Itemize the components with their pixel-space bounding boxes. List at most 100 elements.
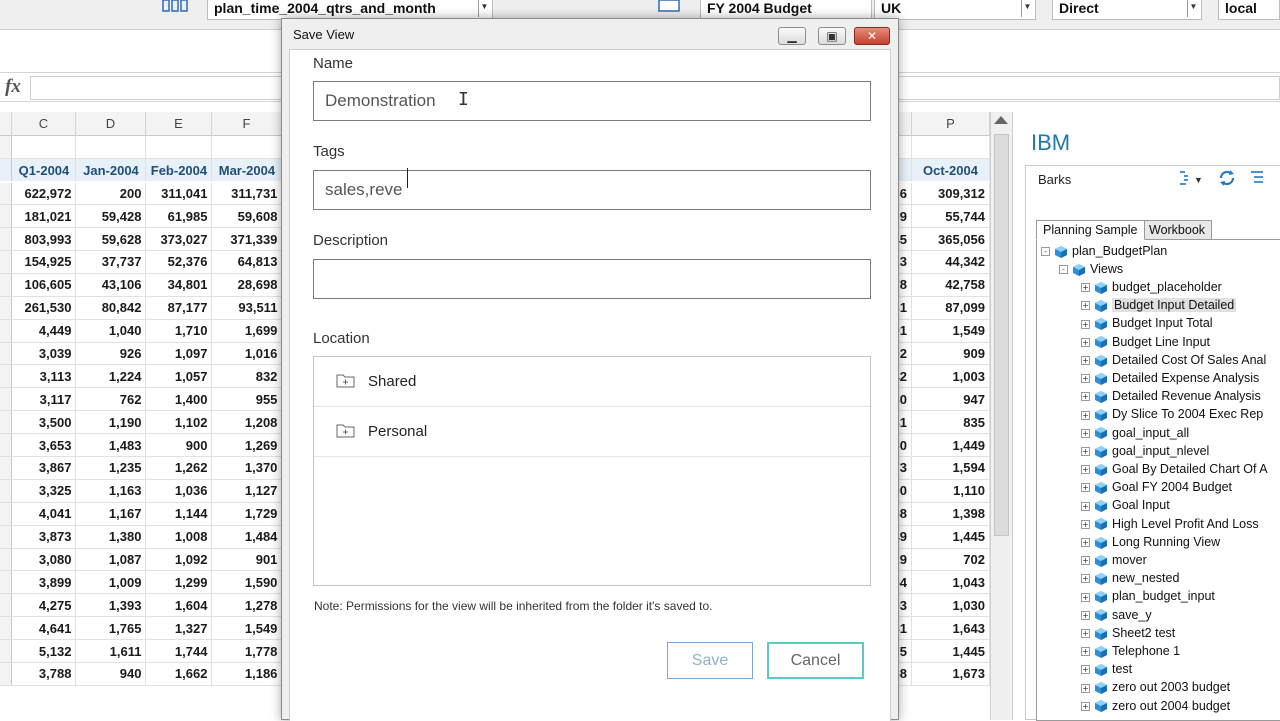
cell[interactable]: 1,167 (75, 502, 147, 526)
row-header[interactable] (0, 502, 13, 526)
cell[interactable]: 3,113 (11, 364, 77, 389)
cell[interactable]: 1,611 (75, 639, 147, 663)
dialog-titlebar[interactable]: Save View ▁ ▣ ✕ (282, 19, 898, 49)
cell[interactable]: 1,765 (75, 616, 147, 641)
cell[interactable]: 1,030 (911, 593, 990, 618)
minimize-button[interactable]: ▁ (778, 27, 806, 45)
tab-workbook[interactable]: Workbook (1142, 220, 1213, 240)
cell[interactable]: 43,106 (75, 273, 147, 297)
row-header[interactable] (0, 342, 13, 366)
cell[interactable]: 4,641 (11, 616, 77, 641)
cell[interactable]: 1,549 (911, 319, 990, 343)
cell[interactable]: 1,604 (145, 593, 213, 618)
sheet-vertical-scrollbar[interactable] (990, 112, 1012, 720)
cell[interactable]: 5,132 (11, 639, 77, 663)
expand-icon[interactable]: + (1081, 501, 1090, 511)
expand-icon[interactable]: + (1081, 538, 1090, 547)
tree-item-view[interactable]: + mover (1081, 551, 1147, 569)
row-header[interactable] (0, 227, 13, 251)
cell[interactable]: Jan-2004 (75, 158, 147, 183)
row-header[interactable] (0, 204, 13, 229)
cell[interactable]: Oct-2004 (911, 158, 990, 183)
tree-item-view[interactable]: + Long Running View (1081, 533, 1220, 551)
region-combo[interactable]: UK ▼ (874, 0, 1036, 20)
cell[interactable]: 1,102 (145, 410, 213, 435)
cell[interactable]: 1,445 (911, 525, 990, 549)
tree-item-view[interactable]: + zero out 2003 budget (1081, 678, 1230, 696)
cell[interactable]: 181,021 (11, 204, 77, 229)
cell[interactable]: 832 (211, 364, 283, 389)
cell[interactable]: 1,262 (145, 456, 213, 480)
tree-item-view[interactable]: + Detailed Revenue Analysis (1081, 387, 1261, 405)
cell[interactable]: 3,788 (11, 662, 77, 686)
cell[interactable]: 1,269 (211, 433, 283, 457)
expand-icon[interactable]: + (1081, 592, 1090, 602)
location-personal[interactable]: Personal (314, 407, 870, 457)
row-header[interactable] (0, 250, 13, 274)
row-header[interactable] (0, 570, 13, 595)
close-button[interactable]: ✕ (854, 27, 890, 45)
tags-input[interactable] (313, 170, 871, 210)
cell[interactable]: 1,729 (211, 502, 283, 526)
tree-item-view[interactable]: + Detailed Expense Analysis (1081, 369, 1259, 387)
row-header[interactable] (0, 479, 13, 503)
cell[interactable]: 93,511 (211, 296, 283, 320)
cell[interactable]: 803,993 (11, 227, 77, 251)
expand-icon[interactable]: + (1081, 337, 1090, 347)
cell[interactable] (11, 136, 77, 160)
cancel-button[interactable]: Cancel (767, 642, 864, 679)
scroll-up-icon[interactable] (994, 116, 1008, 124)
row-header[interactable] (0, 548, 13, 572)
cell[interactable]: 1,092 (145, 548, 213, 572)
tree-item-view[interactable]: + Dy Slice To 2004 Exec Rep (1081, 405, 1263, 423)
cell[interactable]: 3,117 (11, 387, 77, 412)
cell[interactable]: 1,699 (211, 319, 283, 343)
cell[interactable]: 59,628 (75, 227, 147, 251)
expand-icon[interactable]: + (1081, 410, 1090, 420)
collapse-icon[interactable]: - (1059, 265, 1068, 275)
cell[interactable]: 1,036 (145, 479, 213, 503)
column-header[interactable]: D (76, 112, 146, 136)
expand-icon[interactable]: + (1081, 447, 1090, 456)
cell[interactable]: 1,483 (75, 433, 147, 457)
tree-item-view[interactable]: + zero out 2004 budget (1081, 697, 1230, 715)
cell[interactable]: 1,190 (75, 410, 147, 435)
cell[interactable]: 1,087 (75, 548, 147, 572)
cell[interactable]: 37,737 (75, 250, 147, 274)
row-header[interactable] (0, 387, 13, 412)
cell[interactable]: 80,842 (75, 296, 147, 320)
chevron-down-icon[interactable]: ▼ (478, 0, 490, 17)
cell[interactable]: 3,653 (11, 433, 77, 457)
row-header[interactable] (0, 616, 13, 641)
cell[interactable]: 1,449 (911, 433, 990, 457)
cell[interactable]: 762 (75, 387, 147, 412)
maximize-button[interactable]: ▣ (818, 27, 846, 45)
cell[interactable]: 1,484 (211, 525, 283, 549)
cell[interactable]: 61,985 (145, 204, 213, 229)
currency-combo[interactable]: local (1218, 0, 1280, 20)
cell[interactable]: 1,144 (145, 502, 213, 526)
cell[interactable]: 64,813 (211, 250, 283, 274)
tab-planning-sample[interactable]: Planning Sample (1036, 220, 1145, 240)
cell[interactable]: 1,040 (75, 319, 147, 343)
expand-icon[interactable]: + (1081, 374, 1090, 384)
collapse-icon[interactable]: - (1041, 247, 1050, 257)
cell[interactable]: Q1-2004 (11, 158, 77, 183)
row-header[interactable] (0, 273, 13, 297)
expand-icon[interactable]: + (1081, 283, 1090, 293)
column-header[interactable]: F (212, 112, 282, 136)
expand-icon[interactable]: + (1081, 301, 1090, 311)
tree-item-view[interactable]: + Budget Input Total (1081, 314, 1213, 332)
name-input[interactable] (313, 81, 871, 121)
cell[interactable]: 1,299 (145, 570, 213, 595)
cell[interactable]: 1,370 (211, 456, 283, 480)
expand-icon[interactable]: + (1081, 556, 1090, 566)
row-header[interactable] (0, 158, 13, 183)
grid-icon[interactable] (162, 0, 188, 14)
cell[interactable]: 622,972 (11, 181, 77, 206)
dimension-combo[interactable]: plan_time_2004_qtrs_and_month ▼ (207, 0, 493, 20)
tree-item-view[interactable]: + High Level Profit And Loss (1081, 515, 1259, 533)
cell[interactable]: 940 (75, 662, 147, 686)
tree-item-view[interactable]: + test (1081, 660, 1132, 678)
tree-item-view[interactable]: + Goal By Detailed Chart Of A (1081, 460, 1268, 478)
